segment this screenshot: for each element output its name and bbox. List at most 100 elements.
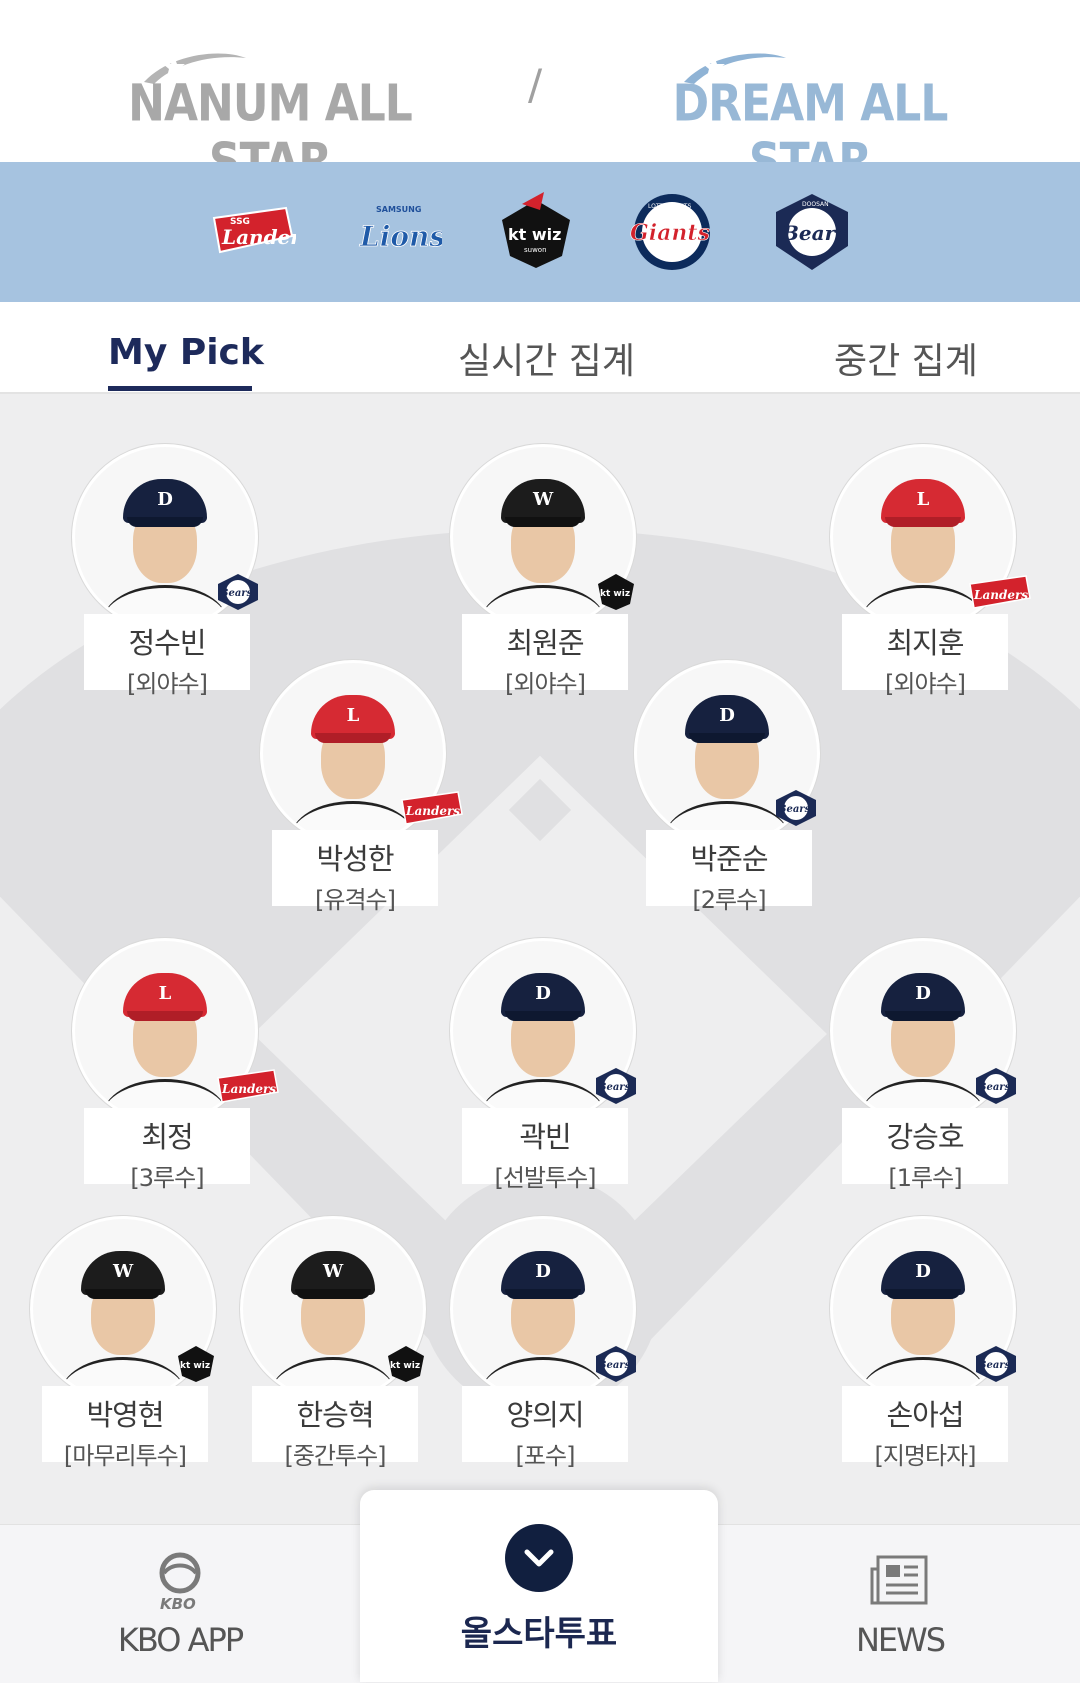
cap-logo-icon: W — [113, 1261, 134, 1282]
cap-logo-icon: W — [533, 489, 554, 510]
nanum-allstar-logo[interactable]: NANUM ALL STAR — [120, 40, 420, 192]
cap-logo-icon: D — [535, 1261, 551, 1282]
svg-text:Landers: Landers — [221, 1082, 276, 1096]
kbo-app-label: KBO APP — [117, 1621, 244, 1659]
cap-brim — [505, 517, 581, 527]
team-badge-icon: kt wiz — [174, 1344, 218, 1384]
player-position: [마무리투수] — [63, 1442, 187, 1470]
player-card[interactable]: D Bears 강승호 [1루수] — [830, 938, 1016, 1192]
landers-logo-text: Landers — [221, 225, 296, 249]
team-badge-icon: Landers — [968, 572, 1032, 612]
svg-text:Bears: Bears — [977, 1082, 1011, 1093]
league-header: NANUM ALL STAR / DREAM ALL STAR — [0, 0, 1080, 192]
player-name: 최정 — [141, 1120, 193, 1154]
team-badge-icon: Bears — [594, 1066, 638, 1106]
player-name: 손아섭 — [886, 1398, 964, 1432]
league-separator: / — [528, 60, 543, 109]
svg-text:kt wiz: kt wiz — [390, 1361, 420, 1371]
player-label: 손아섭 [지명타자] — [842, 1386, 1008, 1470]
giants-logo[interactable]: LOTTE GIANTS Giants — [628, 190, 716, 274]
player-card[interactable]: Wkt wiz 최원준 [외야수] — [450, 444, 638, 698]
player-card[interactable]: Wkt wiz 한승혁 [중간투수] — [240, 1216, 428, 1470]
svg-text:Bears: Bears — [777, 804, 811, 815]
lions-logo[interactable]: SAMSUNG Lions — [354, 190, 446, 274]
tab-interim-tally[interactable]: 중간 집계 — [834, 332, 978, 384]
lions-logo-text: Lions — [359, 220, 442, 253]
ktwiz-logo[interactable]: kt wiz suwon — [492, 190, 580, 274]
player-card[interactable]: D Bears 손아섭 [지명타자] — [830, 1216, 1018, 1470]
player-card[interactable]: D Bears 양의지 [포수] — [450, 1216, 636, 1470]
cap-brim — [885, 1011, 961, 1021]
player-name: 강승호 — [886, 1120, 964, 1154]
giants-logo-text: Giants — [630, 220, 710, 246]
player-label: 박영현 [마무리투수] — [42, 1386, 208, 1470]
chevron-down-icon — [524, 1549, 554, 1567]
team-badge-icon: Bears — [974, 1344, 1018, 1384]
tab-realtime-tally[interactable]: 실시간 집계 — [458, 332, 635, 384]
player-name: 최지훈 — [886, 626, 964, 660]
player-name: 박성한 — [316, 842, 394, 876]
svg-text:Bears: Bears — [597, 1082, 631, 1093]
kbo-logo-icon: KBO — [159, 1552, 201, 1611]
svg-text:Landers: Landers — [405, 804, 460, 818]
dream-allstar-logo[interactable]: DREAM ALL STAR — [660, 40, 960, 192]
tab-bar: My Pick 실시간 집계 중간 집계 — [0, 302, 1080, 394]
player-position: [2루수] — [692, 886, 766, 914]
team-badge-icon: Bears — [774, 788, 818, 828]
player-position: [외야수] — [885, 670, 966, 698]
player-card[interactable]: Wkt wiz 박영현 [마무리투수] — [30, 1216, 218, 1470]
cap-brim — [85, 1289, 161, 1299]
player-card[interactable]: D Bears 정수빈 [외야수] — [72, 444, 260, 698]
bears-logo-text: Bears — [781, 221, 846, 245]
team-badge-icon: Bears — [216, 572, 260, 612]
cap-logo-icon: D — [719, 705, 735, 726]
player-label: 최지훈 [외야수] — [842, 614, 1008, 698]
player-card[interactable]: L Landers 박성한 [유격수] — [260, 660, 463, 914]
player-card[interactable]: L Landers 최지훈 [외야수] — [830, 444, 1031, 698]
allstar-vote-label: 올스타투표 — [460, 1614, 618, 1654]
kbo-app-nav[interactable]: KBO KBO APP — [40, 1525, 320, 1683]
allstar-vote-nav[interactable]: 올스타투표 — [360, 1490, 718, 1682]
player-position: [3루수] — [130, 1164, 204, 1192]
cap-brim — [885, 1289, 961, 1299]
vote-chevron-button[interactable] — [505, 1524, 573, 1592]
team-badge-icon: kt wiz — [384, 1344, 428, 1384]
svg-text:kt wiz: kt wiz — [180, 1361, 210, 1371]
cap-brim — [505, 1289, 581, 1299]
active-tab-indicator — [108, 386, 252, 391]
news-label: NEWS — [855, 1621, 946, 1659]
team-badge-icon: kt wiz — [594, 572, 638, 612]
player-card[interactable]: L Landers 최정 [3루수] — [72, 938, 279, 1192]
tab-my-pick[interactable]: My Pick — [108, 332, 264, 373]
news-nav[interactable]: NEWS — [760, 1525, 1040, 1683]
svg-text:Landers: Landers — [973, 588, 1028, 602]
player-label: 박준순 [2루수] — [646, 830, 812, 914]
giants-logo-small-text: LOTTE GIANTS — [648, 203, 691, 210]
cap-logo-icon: D — [157, 489, 173, 510]
landers-logo[interactable]: SSG Landers — [208, 190, 312, 274]
cap-logo-icon: D — [915, 1261, 931, 1282]
cap-logo-icon: D — [535, 983, 551, 1004]
player-card[interactable]: D Bears 박준순 [2루수] — [634, 660, 820, 914]
player-name: 한승혁 — [296, 1398, 374, 1432]
cap-logo-icon: L — [158, 983, 172, 1004]
player-label: 양의지 [포수] — [462, 1386, 628, 1470]
player-label: 박성한 [유격수] — [272, 830, 438, 914]
player-name: 정수빈 — [128, 626, 206, 660]
player-label: 한승혁 [중간투수] — [252, 1386, 418, 1470]
team-badge-icon: Landers — [400, 788, 464, 828]
cap-brim — [689, 733, 765, 743]
svg-text:Bears: Bears — [219, 588, 253, 599]
lions-logo-small-text: SAMSUNG — [376, 205, 421, 214]
player-position: [중간투수] — [284, 1442, 386, 1470]
cap-brim — [505, 1011, 581, 1021]
kbo-logo-text: KBO — [160, 1595, 196, 1611]
player-card[interactable]: D Bears 곽빈 [선발투수] — [450, 938, 638, 1192]
bears-logo-small-text: DOOSAN — [802, 201, 829, 208]
cap-brim — [885, 517, 961, 527]
player-name: 곽빈 — [519, 1120, 571, 1154]
bears-logo[interactable]: DOOSAN Bears — [768, 190, 856, 274]
svg-text:Bears: Bears — [977, 1360, 1011, 1371]
cap-brim — [295, 1289, 371, 1299]
player-name: 최원준 — [506, 626, 584, 660]
